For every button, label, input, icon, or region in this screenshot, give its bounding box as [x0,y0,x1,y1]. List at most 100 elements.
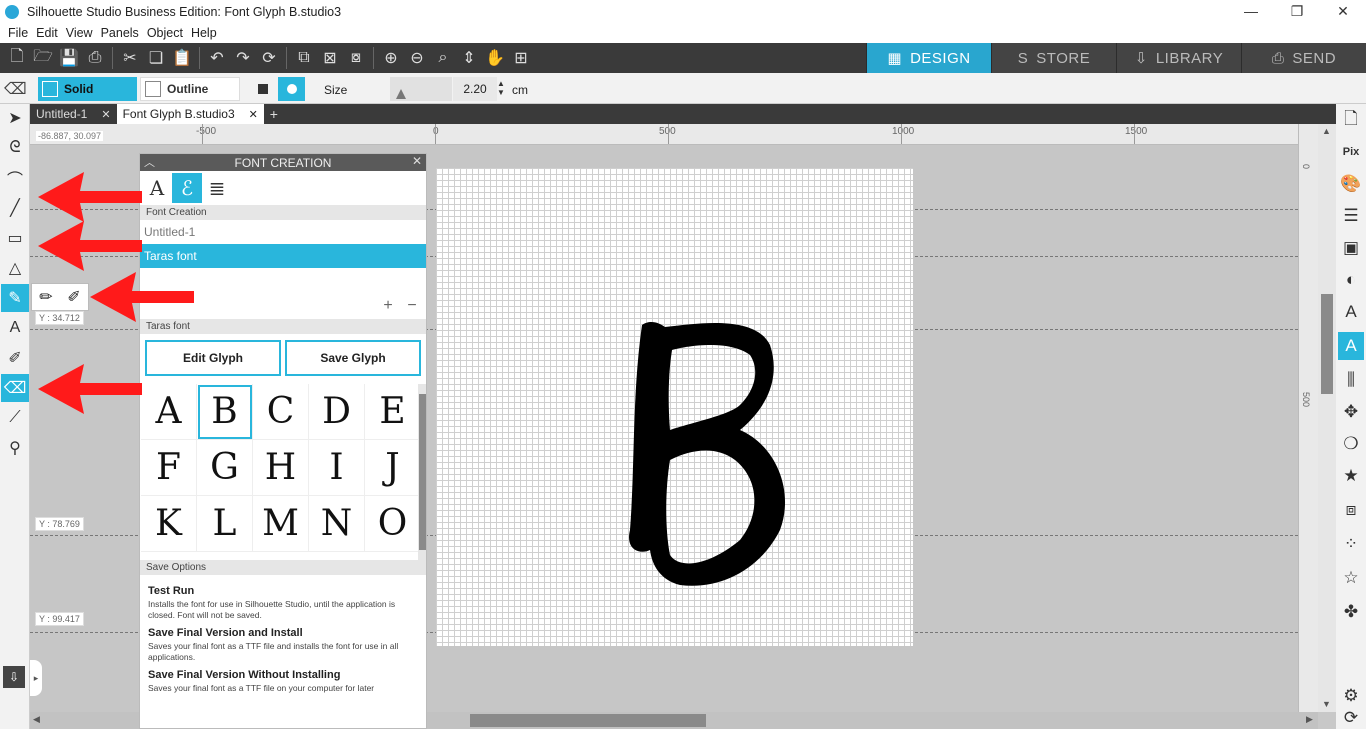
solid-eraser-button[interactable]: Solid [38,77,137,101]
save-glyph-button[interactable]: Save Glyph [285,340,421,376]
pencil-icon[interactable]: ✏ [39,287,52,307]
new-tab-button[interactable]: + [264,104,284,124]
glyph-tab-icon[interactable]: ℰ [172,173,202,203]
line-style-icon[interactable]: ☰ [1338,202,1364,230]
align-icon[interactable]: ⫼ [1338,366,1364,394]
drag-zoom-icon[interactable]: ⇕ [456,46,482,70]
save-option-test-run[interactable]: Test Run Installs the font for use in Si… [148,585,418,621]
remove-font-button[interactable]: − [402,297,422,315]
scroll-up-icon[interactable]: ▲ [1322,126,1331,136]
redo-icon[interactable]: ↷ [230,46,256,70]
transparency-icon[interactable]: ◐ [1338,266,1364,294]
glyph-cell[interactable]: F [141,440,197,496]
edit-glyph-button[interactable]: Edit Glyph [145,340,281,376]
save-option-final-no-install[interactable]: Save Final Version Without Installing Sa… [148,669,418,694]
close-tab-icon[interactable]: ✕ [101,108,110,121]
glyph-cell[interactable]: C [253,384,309,440]
glyph-cell[interactable]: J [365,440,421,496]
menu-edit[interactable]: Edit [32,26,62,40]
tab-untitled-1[interactable]: Untitled-1 ✕ [30,104,117,124]
rectangle-tool-icon[interactable]: ▭ [1,224,29,252]
font-list-item[interactable]: Taras font [140,244,426,268]
glyph-cell[interactable]: D [309,384,365,440]
save-icon[interactable]: 💾 [56,46,82,70]
glyph-cell[interactable]: B [197,384,253,440]
glyph-cell[interactable]: M [253,496,309,552]
minimize-button[interactable]: — [1228,0,1274,23]
replicate-icon[interactable]: ❍ [1338,430,1364,458]
glyph-cell[interactable]: A [141,384,197,440]
size-spinner[interactable]: ▲ ▼ [497,79,505,97]
glyph-cell[interactable]: G [197,440,253,496]
font-creation-icon[interactable]: A [1338,332,1364,360]
mode-store[interactable]: S STORE [991,43,1116,73]
vertical-scrollbar[interactable]: ▲ ▼ [1318,124,1336,712]
curve-tool-icon[interactable]: ⌒ [1,164,29,192]
offset-icon[interactable]: ⧈ [1338,496,1364,524]
glyph-cell[interactable]: I [309,440,365,496]
edit-points-icon[interactable]: ᘓ [1,134,29,162]
text-style-icon[interactable]: A [1338,298,1364,326]
eraser-tool-icon[interactable]: ⌫ [1,374,29,402]
knife-tool-icon[interactable]: ⟋ [1,404,29,432]
font-list-item[interactable]: Untitled-1 [140,220,426,244]
menu-help[interactable]: Help [187,26,221,40]
zoom-select-icon[interactable]: ⌕ [430,46,456,70]
modify-star-icon[interactable]: ★ [1338,462,1364,490]
group-icon[interactable]: ⧉ [291,46,317,70]
glyph-cell[interactable]: N [309,496,365,552]
menu-view[interactable]: View [62,26,97,40]
curvy-pencil-icon[interactable]: ✐ [67,287,80,307]
tab-font-glyph-b[interactable]: Font Glyph B.studio3 ✕ [116,104,264,124]
horizontal-scroll-thumb[interactable] [470,714,706,727]
fit-to-page-icon[interactable]: ⊞ [508,46,534,70]
mode-library[interactable]: ⇩ LIBRARY [1116,43,1241,73]
pattern-fill-icon[interactable]: ▣ [1338,234,1364,262]
redraw-icon[interactable]: ⟳ [256,46,282,70]
copy-icon[interactable]: ❏ [143,46,169,70]
cut-icon[interactable]: ✂ [117,46,143,70]
mode-design[interactable]: ▦ DESIGN [866,43,991,73]
menu-object[interactable]: Object [143,26,187,40]
paste-icon[interactable]: 📋 [169,46,195,70]
zoom-in-icon[interactable]: ⊕ [378,46,404,70]
slider-thumb[interactable] [396,89,406,99]
favorites-star-icon[interactable]: ☆ [1338,564,1364,592]
restore-button[interactable]: ❐ [1274,0,1320,23]
scroll-down-icon[interactable]: ▼ [1322,699,1331,709]
menu-panels[interactable]: Panels [97,26,143,40]
ungroup-icon[interactable]: ⊠ [317,46,343,70]
select-arrow-icon[interactable]: ➤ [1,104,29,132]
font-creation-tab-icon[interactable]: A [142,173,172,203]
puzzle-icon[interactable]: ✤ [1338,598,1364,626]
draw-tool-icon[interactable]: ✐ [1,344,29,372]
line-tool-icon[interactable]: ╱ [1,194,29,222]
collapse-chevron-icon[interactable]: ︿ [144,154,155,170]
library-download-icon[interactable]: ⇩ [3,666,25,688]
eyedropper-icon[interactable]: ⚲ [1,434,29,462]
undo-icon[interactable]: ↶ [204,46,230,70]
menu-file[interactable]: File [4,26,32,40]
sketch-pen-icon[interactable]: ✎ [1,284,29,312]
zoom-out-icon[interactable]: ⊖ [404,46,430,70]
pixscan-icon[interactable]: Pix [1338,138,1364,166]
scroll-left-icon[interactable]: ◀ [33,714,40,725]
text-lines-tab-icon[interactable]: ≣ [202,173,232,203]
text-tool-icon[interactable]: A [1,314,29,342]
glyph-grid-scrollbar[interactable] [418,384,426,560]
fill-palette-icon[interactable]: 🎨 [1338,170,1364,198]
page-setup-icon[interactable]: 🗋 [1338,106,1364,134]
glyph-scroll-thumb[interactable] [419,394,426,550]
glyph-b-drawing[interactable] [610,315,820,605]
glyph-cell[interactable]: L [197,496,253,552]
close-window-button[interactable]: ✕ [1320,0,1366,23]
compound-path-icon[interactable]: ⧇ [343,46,369,70]
pan-hand-icon[interactable]: ✋ [482,46,508,70]
vertical-scroll-thumb[interactable] [1321,294,1333,394]
glyph-cell[interactable]: O [365,496,421,552]
mode-send[interactable]: ⎙ SEND [1241,43,1366,73]
size-slider[interactable] [390,77,452,101]
square-shape-button[interactable] [253,79,273,99]
trace-icon[interactable]: ⁘ [1338,530,1364,558]
polygon-tool-icon[interactable]: △ [1,254,29,282]
